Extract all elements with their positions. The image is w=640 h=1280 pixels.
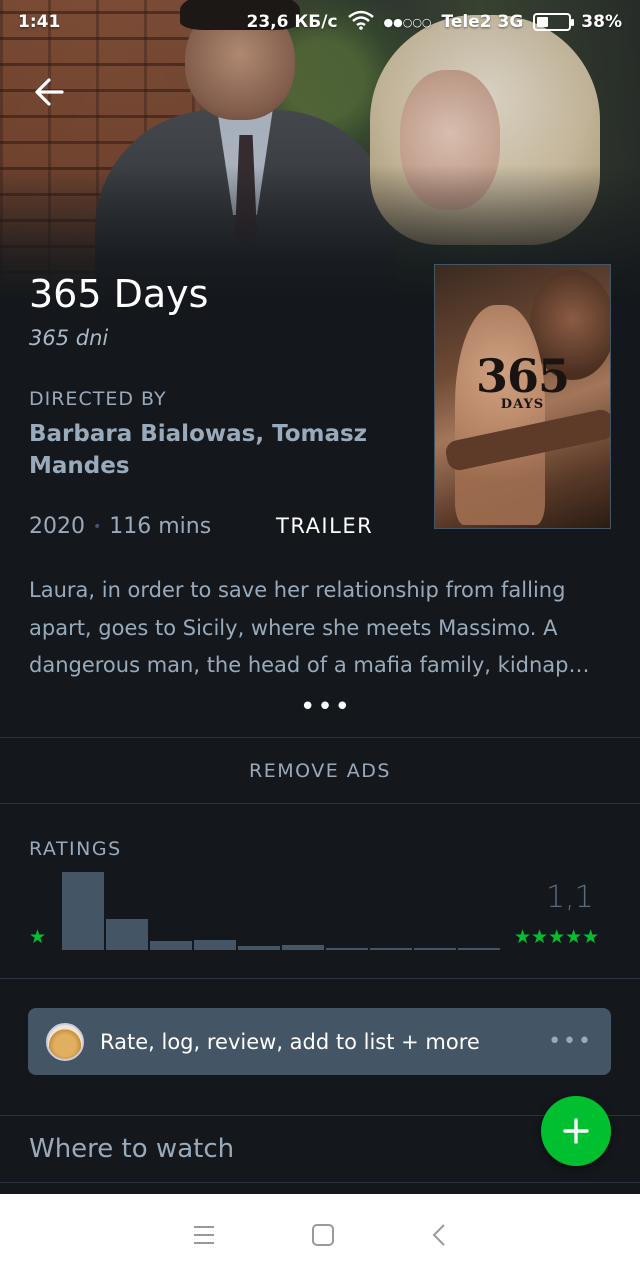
more-dots-icon: ••• (300, 692, 353, 722)
status-time: 1:41 (18, 12, 61, 32)
carrier-name: Tele2 3G (441, 12, 524, 32)
divider (0, 803, 640, 804)
poster-title-number: 365 (475, 349, 570, 403)
signal-icon: ●●○○○ (383, 15, 432, 29)
original-title: 365 dni (29, 326, 109, 350)
more-dots-icon: ••• (548, 1029, 593, 1054)
plus-icon (563, 1118, 589, 1144)
director-names[interactable]: Barbara Bialowas, Tomasz Mandes (29, 418, 409, 482)
status-bar: 1:41 23,6 КБ/с ●●○○○ Tele2 3G 38% (0, 0, 640, 44)
release-year[interactable]: 2020 (29, 514, 85, 539)
rating-bar (238, 946, 280, 950)
rate-log-review-bar[interactable]: Rate, log, review, add to list + more ••… (28, 1008, 611, 1075)
back-button[interactable] (30, 72, 70, 112)
battery-percent: 38% (581, 12, 622, 32)
poster-title-days: DAYS (500, 397, 545, 412)
rating-bar (194, 940, 236, 950)
action-bar-label: Rate, log, review, add to list + more (100, 1029, 480, 1054)
rating-bar (62, 872, 104, 950)
rating-bar (414, 948, 456, 950)
network-speed: 23,6 КБ/с (246, 12, 338, 32)
separator-dot: • (93, 518, 102, 535)
rating-bar (326, 948, 368, 950)
divider (0, 978, 640, 979)
system-nav-bar (0, 1194, 640, 1280)
average-rating: 1,1 (546, 880, 594, 915)
user-avatar (46, 1022, 84, 1061)
expand-synopsis-button[interactable]: ••• (300, 692, 352, 722)
rating-bar (458, 948, 500, 950)
home-square-icon[interactable] (311, 1223, 335, 1251)
wifi-icon (347, 10, 374, 35)
backdrop-image (0, 0, 640, 300)
film-poster[interactable]: 365 DAYS (434, 264, 611, 529)
rating-bar (150, 941, 192, 950)
rating-bar (370, 948, 412, 950)
trailer-button[interactable]: TRAILER (276, 514, 373, 538)
synopsis-text[interactable]: Laura, in order to save her relationship… (29, 572, 614, 685)
rating-bar (282, 945, 324, 950)
directed-by-label: DIRECTED BY (29, 388, 167, 410)
divider (0, 1182, 640, 1183)
divider (0, 737, 640, 738)
min-star-icon: ★ (29, 926, 47, 948)
film-meta: 2020 • 116 mins (29, 514, 211, 539)
film-title: 365 Days (29, 272, 209, 316)
max-stars-icon: ★★★★★ (514, 926, 600, 948)
ratings-label: RATINGS (29, 838, 122, 860)
remove-ads-button[interactable]: REMOVE ADS (0, 760, 640, 782)
back-chevron-icon[interactable] (430, 1223, 448, 1251)
battery-icon (533, 13, 575, 31)
where-to-watch[interactable]: Where to watch (29, 1134, 234, 1164)
runtime: 116 mins (109, 514, 212, 539)
back-arrow-icon (35, 78, 64, 106)
rating-bar (106, 919, 148, 950)
menu-icon[interactable] (192, 1224, 216, 1250)
ratings-histogram[interactable] (62, 865, 502, 950)
add-fab-button[interactable] (541, 1096, 611, 1166)
